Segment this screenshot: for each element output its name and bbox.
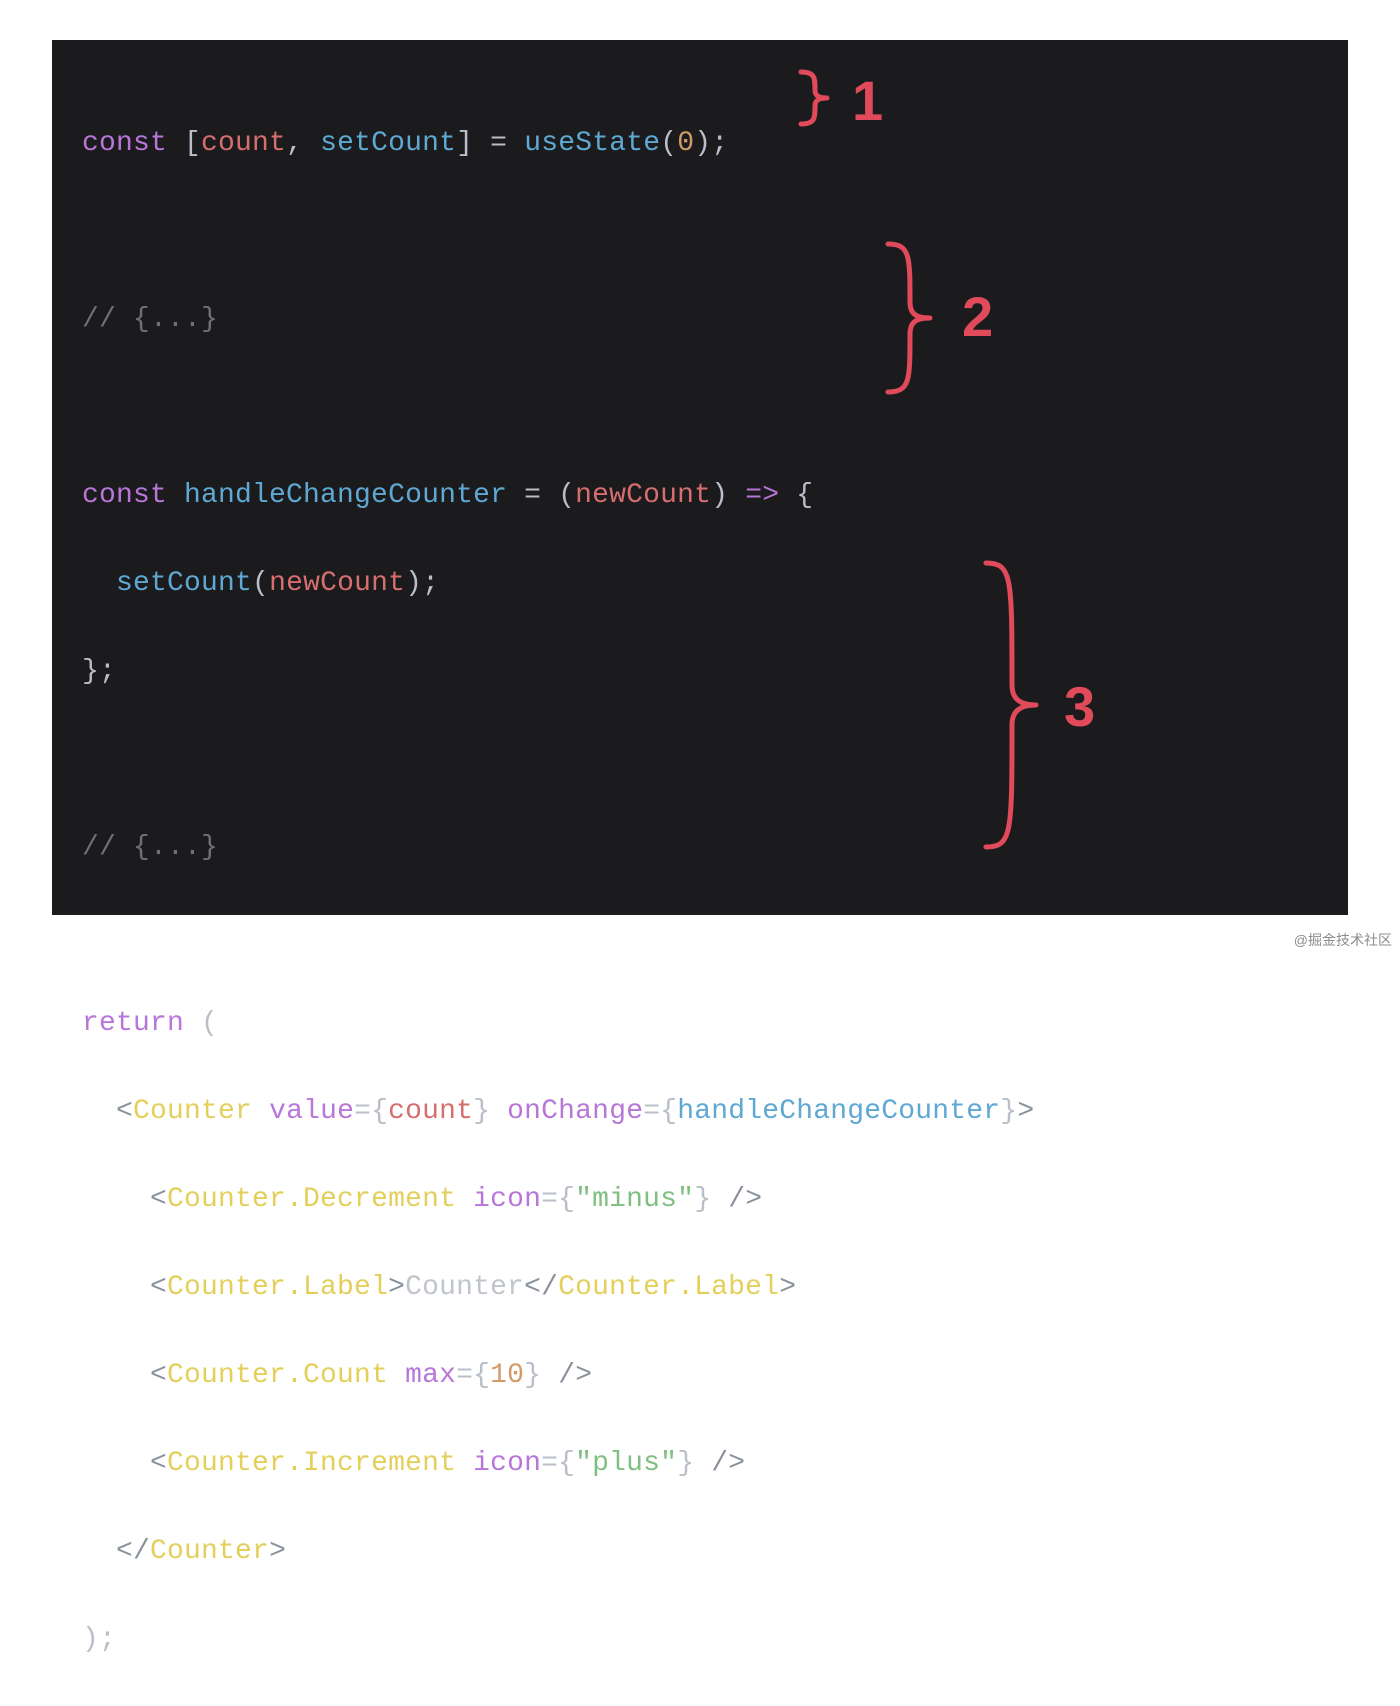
code-line-18: );	[82, 1618, 1318, 1662]
code-line-17: </Counter>	[82, 1530, 1318, 1574]
jsx-tag-counter-label: Counter.Label	[167, 1272, 388, 1303]
code-line-3: // {...}	[82, 298, 1318, 342]
string-plus: plus	[592, 1448, 660, 1479]
keyword-const: const	[82, 128, 167, 159]
literal-ten: 10	[490, 1360, 524, 1391]
jsx-attr-value: value	[269, 1096, 354, 1127]
string-minus: minus	[592, 1184, 677, 1215]
comment: // {...}	[82, 304, 218, 335]
jsx-tag-counter-increment: Counter.Increment	[167, 1448, 456, 1479]
fn-setcount: setCount	[320, 128, 456, 159]
code-line-7: };	[82, 650, 1318, 694]
jsx-attr-onchange: onChange	[507, 1096, 643, 1127]
jsx-tag-counter-decrement: Counter.Decrement	[167, 1184, 456, 1215]
code-line-5: const handleChangeCounter = (newCount) =…	[82, 474, 1318, 518]
code-editor-panel: const [count, setCount] = useState(0); /…	[52, 40, 1348, 915]
var-count: count	[201, 128, 286, 159]
watermark-text: @掘金技术社区	[1294, 930, 1392, 950]
code-line-13: <Counter.Decrement icon={"minus"} />	[82, 1178, 1318, 1222]
code-line-1: const [count, setCount] = useState(0);	[82, 122, 1318, 166]
code-line-11: return (	[82, 1002, 1318, 1046]
code-line-6: setCount(newCount);	[82, 562, 1318, 606]
code-block: const [count, setCount] = useState(0); /…	[82, 78, 1318, 1706]
code-line-15: <Counter.Count max={10} />	[82, 1354, 1318, 1398]
code-line-12: <Counter value={count} onChange={handleC…	[82, 1090, 1318, 1134]
blank-line	[82, 386, 1318, 430]
code-line-14: <Counter.Label>Counter</Counter.Label>	[82, 1266, 1318, 1310]
jsx-text-counter: Counter	[405, 1272, 524, 1303]
blank-line	[82, 210, 1318, 254]
literal-zero: 0	[677, 128, 694, 159]
code-line-16: <Counter.Increment icon={"plus"} />	[82, 1442, 1318, 1486]
blank-line	[82, 738, 1318, 782]
jsx-tag-counter: Counter	[133, 1096, 252, 1127]
fn-handlechangecounter: handleChangeCounter	[184, 480, 507, 511]
comment: // {...}	[82, 832, 218, 863]
param-newcount: newCount	[575, 480, 711, 511]
code-line-9: // {...}	[82, 826, 1318, 870]
fn-usestate: useState	[524, 128, 660, 159]
blank-line	[82, 914, 1318, 958]
jsx-tag-counter-count: Counter.Count	[167, 1360, 388, 1391]
